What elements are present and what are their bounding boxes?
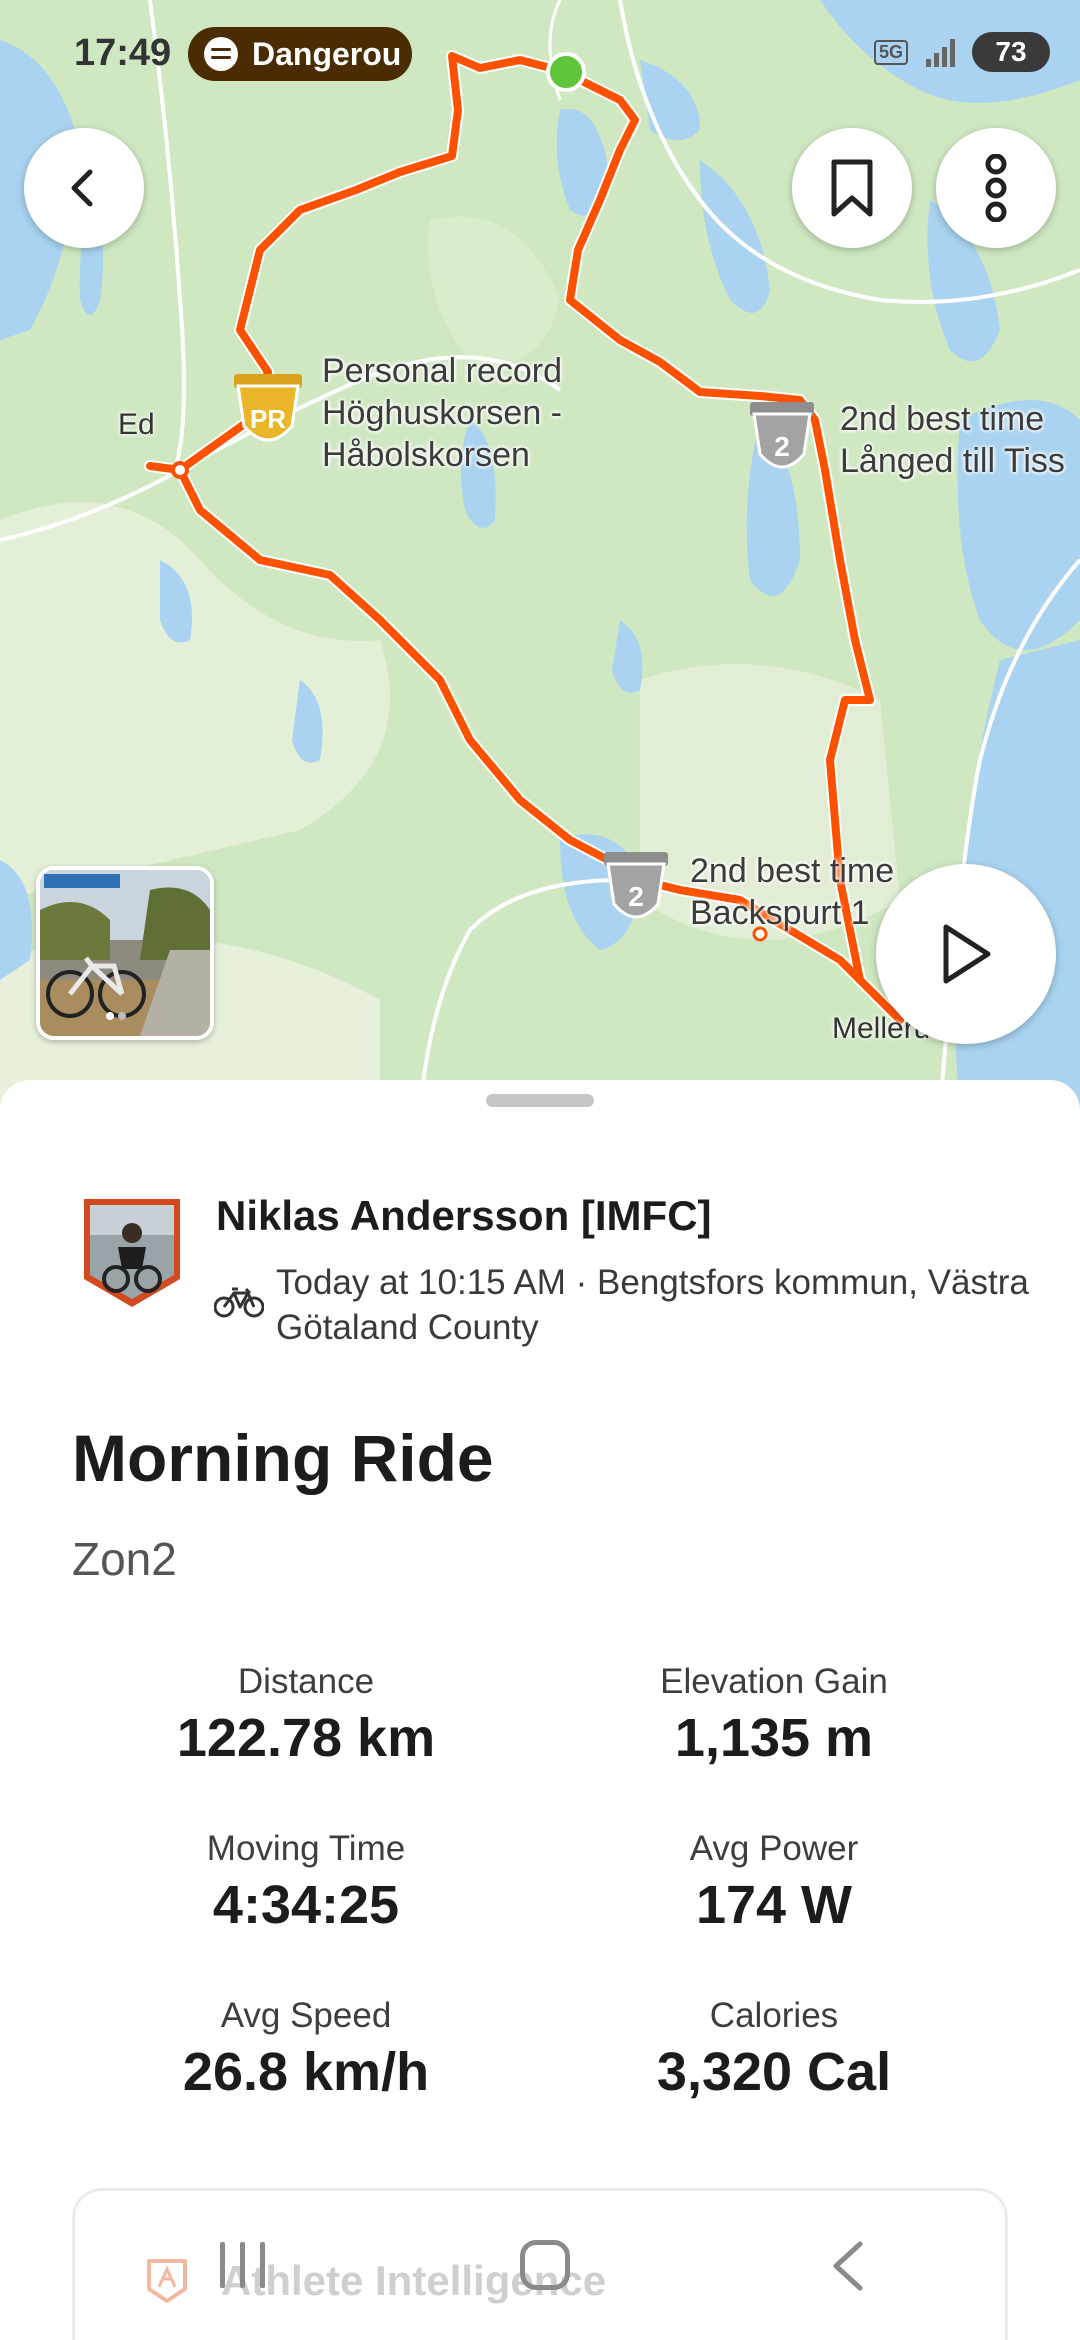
silver-medal-icon[interactable]: 2 bbox=[598, 848, 674, 932]
stat-value: 26.8 km/h bbox=[182, 2042, 430, 2102]
more-options-button[interactable] bbox=[936, 128, 1056, 248]
segment-2b-line1: 2nd best time bbox=[690, 852, 895, 890]
town-label-ed: Ed bbox=[118, 408, 155, 441]
stat-value: 3,320 Cal bbox=[656, 2042, 892, 2102]
more-vertical-icon bbox=[985, 154, 1007, 222]
segment-pr-line3: Håbolskorsen bbox=[322, 436, 530, 474]
stat-label: Elevation Gain bbox=[660, 1662, 888, 1701]
home-button[interactable] bbox=[520, 2240, 570, 2290]
svg-text:2: 2 bbox=[628, 881, 644, 912]
save-route-button[interactable] bbox=[792, 128, 912, 248]
stat-label: Avg Speed bbox=[220, 1996, 392, 2035]
flyover-play-button[interactable] bbox=[876, 864, 1056, 1044]
photo-image bbox=[40, 870, 210, 1036]
svg-text:2: 2 bbox=[774, 431, 790, 462]
stat-label: Calories bbox=[709, 1996, 839, 2035]
network-icon: 5G bbox=[873, 39, 908, 65]
segment-2a-line2: Långed till Tiss bbox=[840, 442, 1065, 480]
segment-pr-line1: Personal record bbox=[322, 352, 563, 390]
stat-moving-time: Moving Time 4:34:25 bbox=[76, 1827, 536, 1937]
segment-2a-line1: 2nd best time bbox=[840, 400, 1045, 438]
stat-label: Distance bbox=[237, 1662, 375, 1701]
pr-medal-icon[interactable]: PR bbox=[228, 370, 308, 456]
stat-calories: Calories 3,320 Cal bbox=[544, 1994, 1004, 2104]
activity-title: Morning Ride bbox=[72, 1421, 494, 1495]
spotify-icon bbox=[204, 37, 238, 71]
system-nav-bar bbox=[0, 2220, 1080, 2340]
recent-apps-button[interactable] bbox=[220, 2242, 268, 2288]
stat-avg-power: Avg Power 174 W bbox=[544, 1827, 1004, 1937]
system-back-button[interactable] bbox=[828, 2238, 868, 2294]
stat-label: Moving Time bbox=[206, 1829, 406, 1868]
stat-label: Avg Power bbox=[689, 1829, 859, 1868]
battery-level: 73 bbox=[995, 36, 1027, 67]
stat-value: 122.78 km bbox=[176, 1708, 436, 1768]
stat-avg-speed: Avg Speed 26.8 km/h bbox=[76, 1994, 536, 2104]
stat-elevation-gain: Elevation Gain 1,135 m bbox=[544, 1660, 1004, 1770]
status-time: 17:49 bbox=[74, 32, 172, 74]
stat-value: 1,135 m bbox=[674, 1708, 874, 1768]
activity-photo-thumbnail[interactable] bbox=[36, 866, 214, 1040]
back-button[interactable] bbox=[24, 128, 144, 248]
media-title: Dangerou bbox=[252, 35, 402, 72]
play-icon bbox=[943, 924, 991, 984]
athlete-avatar[interactable] bbox=[80, 1195, 184, 1309]
bookmark-icon bbox=[831, 159, 873, 217]
activity-description: Zon2 bbox=[72, 1533, 177, 1585]
svg-text:PR: PR bbox=[250, 404, 286, 434]
stat-value: 174 W bbox=[695, 1875, 853, 1935]
bike-icon bbox=[214, 1287, 264, 1318]
sheet-drag-handle[interactable] bbox=[486, 1094, 594, 1107]
stat-value: 4:34:25 bbox=[212, 1875, 400, 1935]
silver-medal-icon[interactable]: 2 bbox=[744, 398, 820, 482]
status-bar: 17:49 Dangerou 5G 73 bbox=[0, 0, 1080, 110]
segment-label-2a[interactable]: 2nd best time Långed till Tiss bbox=[840, 398, 1065, 482]
segment-2b-line2: Backspurt 1 bbox=[690, 894, 870, 932]
battery-icon: 73 bbox=[972, 32, 1050, 72]
segment-label-pr[interactable]: Personal record Höghuskorsen - Håbolskor… bbox=[322, 350, 562, 476]
segment-label-2b[interactable]: 2nd best time Backspurt 1 bbox=[690, 850, 894, 934]
media-pill[interactable]: Dangerou bbox=[188, 27, 412, 81]
activity-meta: Today at 10:15 AM · Bengtsfors kommun, V… bbox=[276, 1263, 1029, 1347]
athlete-name[interactable]: Niklas Andersson [IMFC] bbox=[216, 1192, 712, 1240]
chevron-left-icon bbox=[71, 169, 93, 207]
segment-pr-line2: Höghuskorsen - bbox=[322, 394, 563, 432]
stat-distance: Distance 122.78 km bbox=[76, 1660, 536, 1770]
signal-icon bbox=[922, 37, 958, 67]
activity-sheet[interactable]: Niklas Andersson [IMFC] Today at 10:15 A… bbox=[0, 1080, 1080, 2340]
